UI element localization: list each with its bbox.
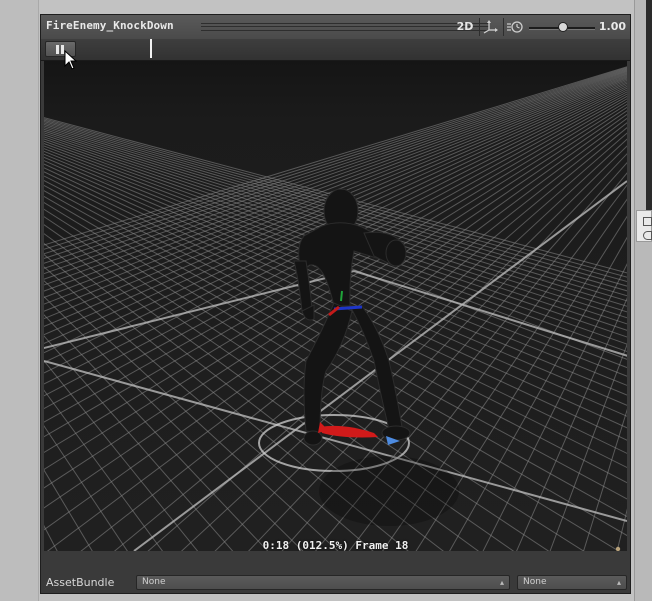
left-editor-strip xyxy=(0,0,39,601)
preview-title: FireEnemy_KnockDown xyxy=(46,19,174,32)
header-drag-grip[interactable] xyxy=(201,23,489,31)
character-shadow xyxy=(319,456,459,526)
timeline-scrubber[interactable] xyxy=(150,39,152,58)
inspector-side-tab[interactable] xyxy=(636,210,652,242)
grid-line xyxy=(44,524,58,551)
right-editor-strip xyxy=(634,0,652,601)
grid-line xyxy=(616,508,627,551)
pivot-axes-icon[interactable] xyxy=(482,19,500,35)
mouse-cursor-icon xyxy=(64,50,77,70)
animation-preview-panel: FireEnemy_KnockDown 2D 1.00 0:18 (012.5%… xyxy=(40,14,631,594)
dropdown-arrows-icon: ▴ xyxy=(499,578,504,587)
preview-header: FireEnemy_KnockDown 2D 1.00 xyxy=(41,15,630,40)
preview-viewport[interactable] xyxy=(44,61,627,551)
header-separator xyxy=(479,18,480,36)
assetbundle-name-value: None xyxy=(142,577,166,587)
playback-speed-slider[interactable] xyxy=(529,19,595,35)
speed-value: 1.00 xyxy=(598,20,626,33)
right-scroll-edge xyxy=(646,0,652,210)
speed-slider-thumb[interactable] xyxy=(558,22,568,32)
preview-timeline[interactable] xyxy=(41,39,630,61)
assetbundle-variant-value: None xyxy=(523,577,547,587)
assetbundle-variant-dropdown[interactable]: None ▴ xyxy=(517,575,627,590)
assetbundle-name-dropdown[interactable]: None ▴ xyxy=(136,575,510,590)
header-separator xyxy=(503,18,504,36)
assetbundle-label: AssetBundle xyxy=(46,576,115,589)
dropdown-arrows-icon: ▴ xyxy=(616,578,621,587)
floor-grid-scene xyxy=(44,66,627,551)
assetbundle-bar: AssetBundle None ▴ None ▴ xyxy=(41,551,630,593)
playback-speed-icon xyxy=(507,21,523,33)
grid-line xyxy=(44,335,234,551)
mode-2d-button[interactable]: 2D xyxy=(453,19,477,35)
